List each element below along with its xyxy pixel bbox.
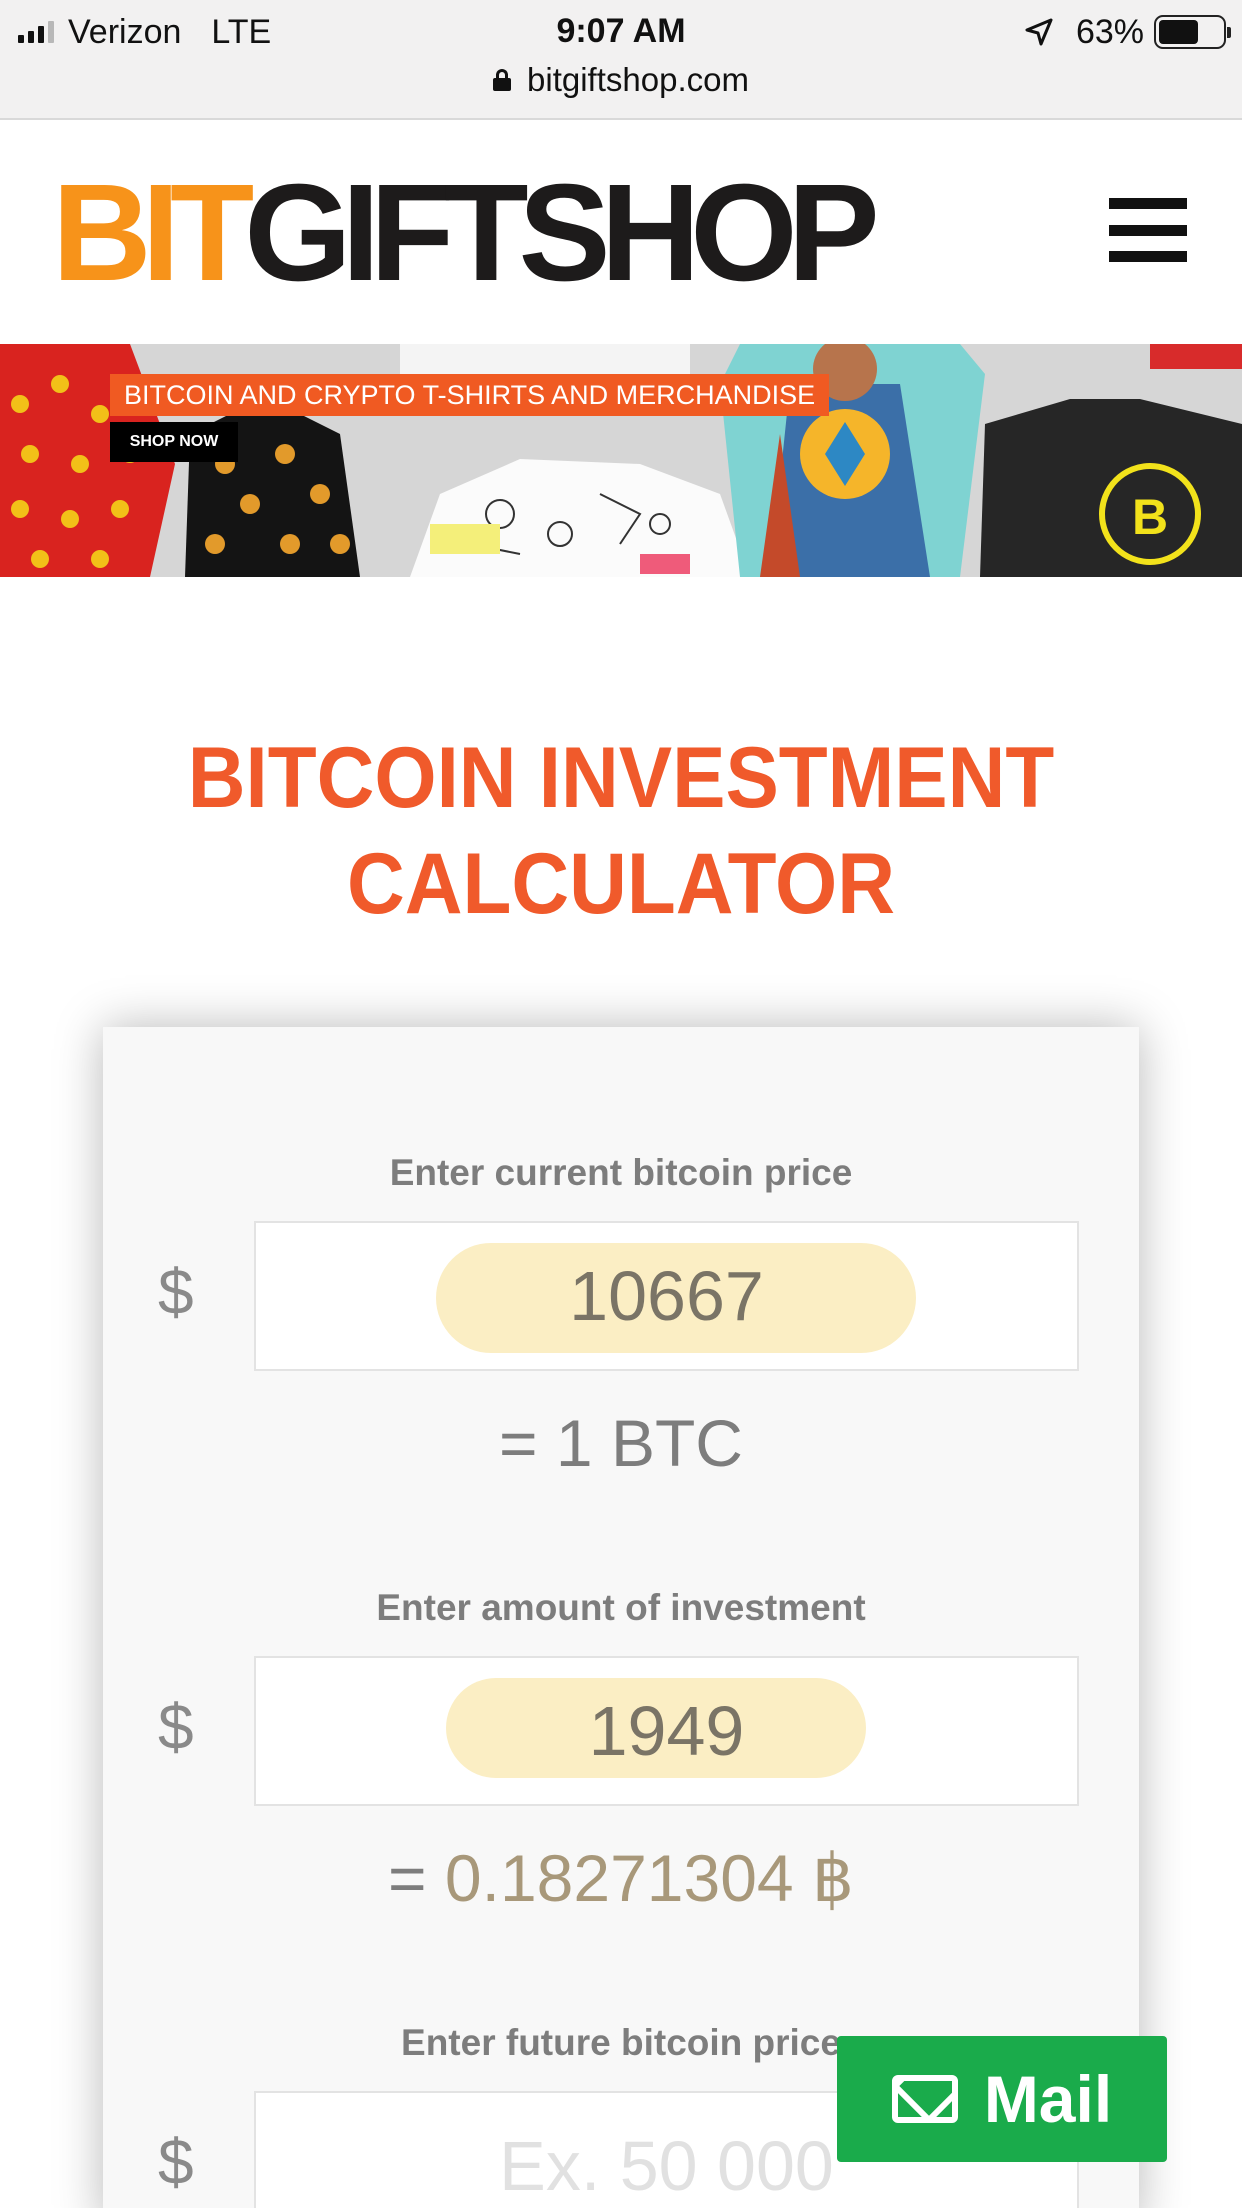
site-header: BITGIFTSHOP — [0, 120, 1242, 344]
banner-title: BITCOIN AND CRYPTO T-SHIRTS AND MERCHAND… — [110, 374, 830, 416]
battery-percent: 63% — [1075, 12, 1144, 51]
future-price-field[interactable] — [254, 2091, 1079, 2208]
page-title-line-2: CALCULATOR — [347, 836, 895, 932]
investment-label: Enter amount of investment — [376, 1587, 866, 1628]
investment-result-value: 0.18271304 ฿ — [444, 1841, 854, 1915]
promo-banner[interactable]: B BITCOIN AND CRYPTO T-SHIRTS AND MERCHA… — [0, 344, 1242, 577]
current-price-label: Enter current bitcoin price — [389, 1152, 853, 1193]
page-title-line-1: BITCOIN INVESTMENT — [187, 730, 1055, 826]
current-price-result: = 1 BTC — [499, 1406, 743, 1480]
hamburger-menu-icon[interactable] — [1109, 198, 1187, 262]
ios-status-bar: Verizon LTE 9:07 AM 63% bitgiftshop.com — [0, 0, 1242, 120]
investment-result-value-wrap: 0.18271304 ฿ — [424, 1836, 1005, 1932]
battery-icon — [1154, 15, 1231, 49]
investment-result: = 0.18271304 ฿ — [103, 1836, 1139, 1932]
lock-icon — [493, 69, 512, 91]
status-right: 63% — [1024, 12, 1231, 52]
investment-result-prefix: = — [388, 1841, 427, 1915]
calculator-card: Enter current bitcoin price $ = 1 BTC En… — [103, 1027, 1139, 2208]
location-arrow-icon — [1025, 18, 1053, 46]
logo-giftshop: GIFTSHOP — [244, 156, 879, 310]
shop-now-button[interactable]: SHOP NOW — [110, 422, 238, 462]
site-logo[interactable]: BITGIFTSHOP — [52, 164, 880, 302]
currency-symbol: $ — [158, 2126, 194, 2198]
page-title: BITCOIN INVESTMENT CALCULATOR — [43, 725, 1198, 937]
logo-bit: BIT — [52, 156, 254, 310]
future-price-input[interactable] — [256, 2093, 1077, 2208]
investment-field[interactable] — [254, 1656, 1079, 1806]
investment-input[interactable] — [256, 1658, 1077, 1804]
currency-symbol: $ — [158, 1256, 194, 1328]
url-bar[interactable]: bitgiftshop.com — [0, 58, 1242, 102]
url-text: bitgiftshop.com — [527, 61, 749, 98]
current-price-field[interactable] — [254, 1221, 1079, 1371]
current-price-input[interactable] — [256, 1223, 1077, 1369]
svg-text:B: B — [1132, 489, 1168, 545]
currency-symbol: $ — [158, 1691, 194, 1763]
